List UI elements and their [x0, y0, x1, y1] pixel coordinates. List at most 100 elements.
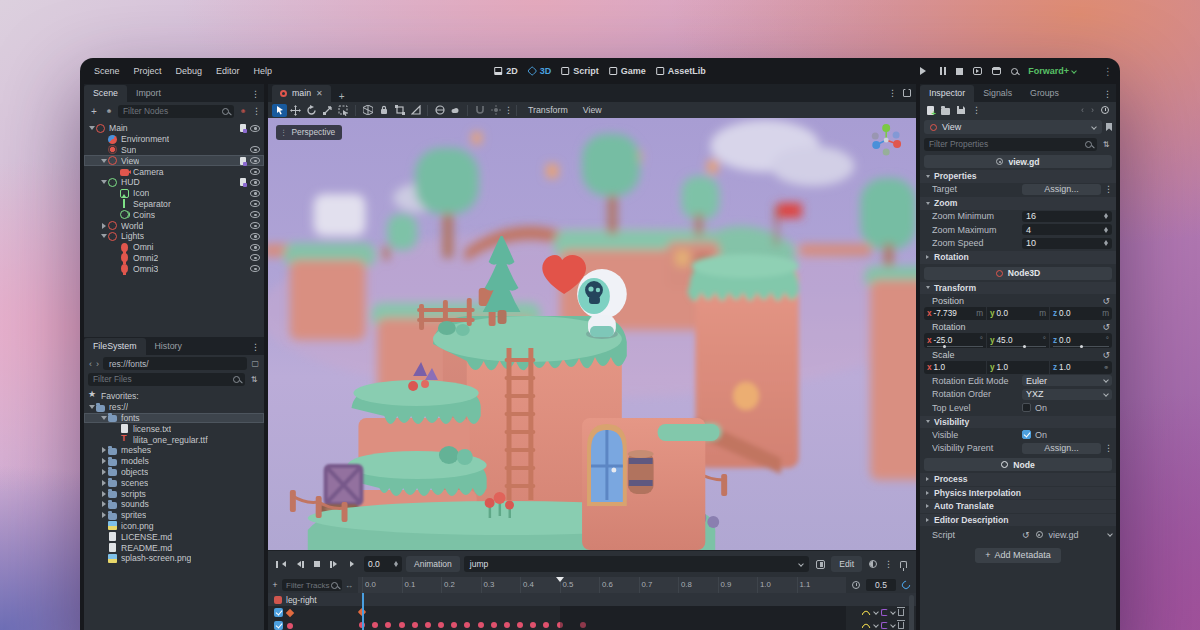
expand-arrow[interactable]	[100, 156, 108, 166]
close-tab-icon[interactable]: ✕	[316, 89, 323, 98]
tab-filesystem[interactable]: FileSystem	[84, 338, 146, 355]
zoom-maximum-field[interactable]: 4	[1022, 224, 1112, 235]
scene-tab-main[interactable]: main ✕	[272, 85, 331, 102]
anim-pin-button[interactable]	[896, 557, 910, 571]
tab-signals[interactable]: Signals	[974, 85, 1021, 102]
view-menu[interactable]: View	[576, 105, 609, 115]
expand-arrow[interactable]	[100, 469, 108, 475]
visibility-eye-icon[interactable]	[250, 233, 260, 240]
switch-script[interactable]: Script	[561, 66, 599, 76]
scene-node-omni2[interactable]: Omni2	[84, 253, 264, 264]
timeline-playhead[interactable]	[362, 593, 364, 630]
select-tool[interactable]	[272, 104, 287, 117]
animation-name-dropdown[interactable]: jump	[464, 556, 810, 572]
scene-tabs-menu[interactable]: ⋮	[888, 88, 896, 98]
zoom-minimum-field[interactable]: 16	[1022, 211, 1112, 222]
section-properties[interactable]: Properties	[920, 170, 1116, 183]
track-enabled-checkbox[interactable]	[274, 608, 283, 617]
anim-play-button[interactable]	[346, 557, 360, 571]
attached-script-icon[interactable]	[240, 178, 246, 186]
scene-node-world[interactable]: World	[84, 220, 264, 231]
section-rotation[interactable]: Rotation	[920, 251, 1116, 264]
add-track-button[interactable]: +	[268, 580, 282, 590]
menu-item[interactable]: Scene	[88, 63, 126, 79]
visibility-eye-icon[interactable]	[250, 168, 260, 175]
split-mode-button[interactable]: ▢	[251, 359, 259, 368]
visibility-eye-icon[interactable]	[250, 146, 260, 153]
expand-arrow[interactable]	[100, 512, 108, 518]
expand-arrow[interactable]	[100, 501, 108, 507]
attach-script-button[interactable]: ⚭	[237, 107, 249, 116]
history-button[interactable]	[1101, 106, 1109, 114]
file-item-scenes[interactable]: scenes	[84, 477, 264, 488]
filter-tracks-input[interactable]: Filter Tracks	[282, 579, 342, 591]
keyframe[interactable]	[530, 622, 536, 628]
instance-scene-button[interactable]: ⚭	[103, 107, 115, 116]
sort-files-button[interactable]: ⇅	[248, 375, 260, 384]
file-item-fonts[interactable]: fonts	[84, 413, 264, 424]
file-item-icon-png[interactable]: icon.png	[84, 521, 264, 532]
keyframe[interactable]	[451, 622, 457, 628]
expand-arrow[interactable]	[100, 447, 108, 453]
delete-track-icon[interactable]	[898, 609, 904, 616]
expand-arrow[interactable]	[100, 413, 108, 423]
menubar-overflow[interactable]: ⋮	[1103, 66, 1113, 77]
keyframe[interactable]	[438, 622, 444, 628]
position-vector[interactable]: x-7.739m y0.0m z0.0m	[924, 307, 1112, 320]
menu-item[interactable]: Help	[248, 63, 279, 79]
snap-toggle[interactable]	[472, 104, 487, 117]
viewport-extra-menu[interactable]: ⋮	[504, 105, 512, 115]
transform-menu[interactable]: Transform	[521, 105, 575, 115]
anim-menu[interactable]: ⋮	[884, 559, 892, 569]
keyframe[interactable]	[425, 622, 431, 628]
revert-icon[interactable]: ↺	[1102, 350, 1110, 360]
history-forward-button[interactable]: ›	[1091, 105, 1094, 115]
section-editor-description[interactable]: Editor Description	[920, 514, 1116, 527]
pin-inspector-button[interactable]	[1106, 123, 1112, 131]
anim-skip-start-button[interactable]	[274, 557, 288, 571]
track-group-leg-right[interactable]: leg-right	[268, 593, 916, 606]
scale-tool[interactable]	[320, 104, 335, 117]
filesystem-dock-menu[interactable]: ⋮	[251, 342, 259, 352]
visibility-eye-icon[interactable]	[250, 244, 260, 251]
tab-import[interactable]: Import	[127, 85, 170, 102]
interp-mode-icon[interactable]	[881, 609, 888, 616]
switch-game[interactable]: Game	[609, 66, 646, 76]
visibility-eye-icon[interactable]	[250, 211, 260, 218]
attached-script-icon[interactable]	[240, 157, 246, 165]
wrap-mode-icon[interactable]	[862, 610, 871, 615]
save-resource-button[interactable]	[957, 106, 965, 114]
visibility-eye-icon[interactable]	[250, 157, 260, 164]
section-visibility[interactable]: Visibility	[920, 416, 1116, 429]
expand-arrow[interactable]	[100, 231, 108, 241]
revert-icon[interactable]: ↺	[1102, 296, 1110, 306]
anim-stop-button[interactable]	[310, 557, 324, 571]
visibility-eye-icon[interactable]	[250, 254, 260, 261]
filter-nodes-input[interactable]: Filter Nodes	[118, 105, 234, 118]
keyframe[interactable]	[399, 622, 405, 628]
section-physics-interpolation[interactable]: Physics Interpolation	[920, 487, 1116, 500]
rotation-order-dropdown[interactable]: YXZ	[1022, 389, 1112, 400]
expand-arrow[interactable]	[88, 402, 96, 412]
keyframe[interactable]	[372, 622, 378, 628]
scene-node-coins[interactable]: Coins	[84, 209, 264, 220]
autoplay-toggle[interactable]	[813, 557, 827, 571]
revert-icon[interactable]: ↺	[1022, 530, 1030, 540]
gear-icon[interactable]	[1036, 531, 1043, 538]
assign-button[interactable]: Assign...	[1022, 443, 1101, 454]
use-local-space-toggle[interactable]	[360, 104, 375, 117]
node3d-category[interactable]: Node3D	[924, 267, 1112, 280]
visibility-eye-icon[interactable]	[250, 222, 260, 229]
play-scene-button[interactable]	[973, 67, 982, 75]
fit-zoom-icon[interactable]: ↔	[345, 581, 353, 590]
file-item-meshes[interactable]: meshes	[84, 445, 264, 456]
snap-clock-icon[interactable]	[852, 581, 860, 589]
file-item-objects[interactable]: objects	[84, 467, 264, 478]
renderer-dropdown[interactable]: Forward+	[1028, 66, 1076, 76]
preview-sun-toggle[interactable]	[488, 104, 503, 117]
lock-node-button[interactable]	[376, 104, 391, 117]
expand-arrow[interactable]	[100, 177, 108, 187]
interp-mode-icon[interactable]	[881, 622, 888, 629]
visibility-eye-icon[interactable]	[250, 200, 260, 207]
wrap-mode-icon[interactable]	[862, 623, 871, 628]
